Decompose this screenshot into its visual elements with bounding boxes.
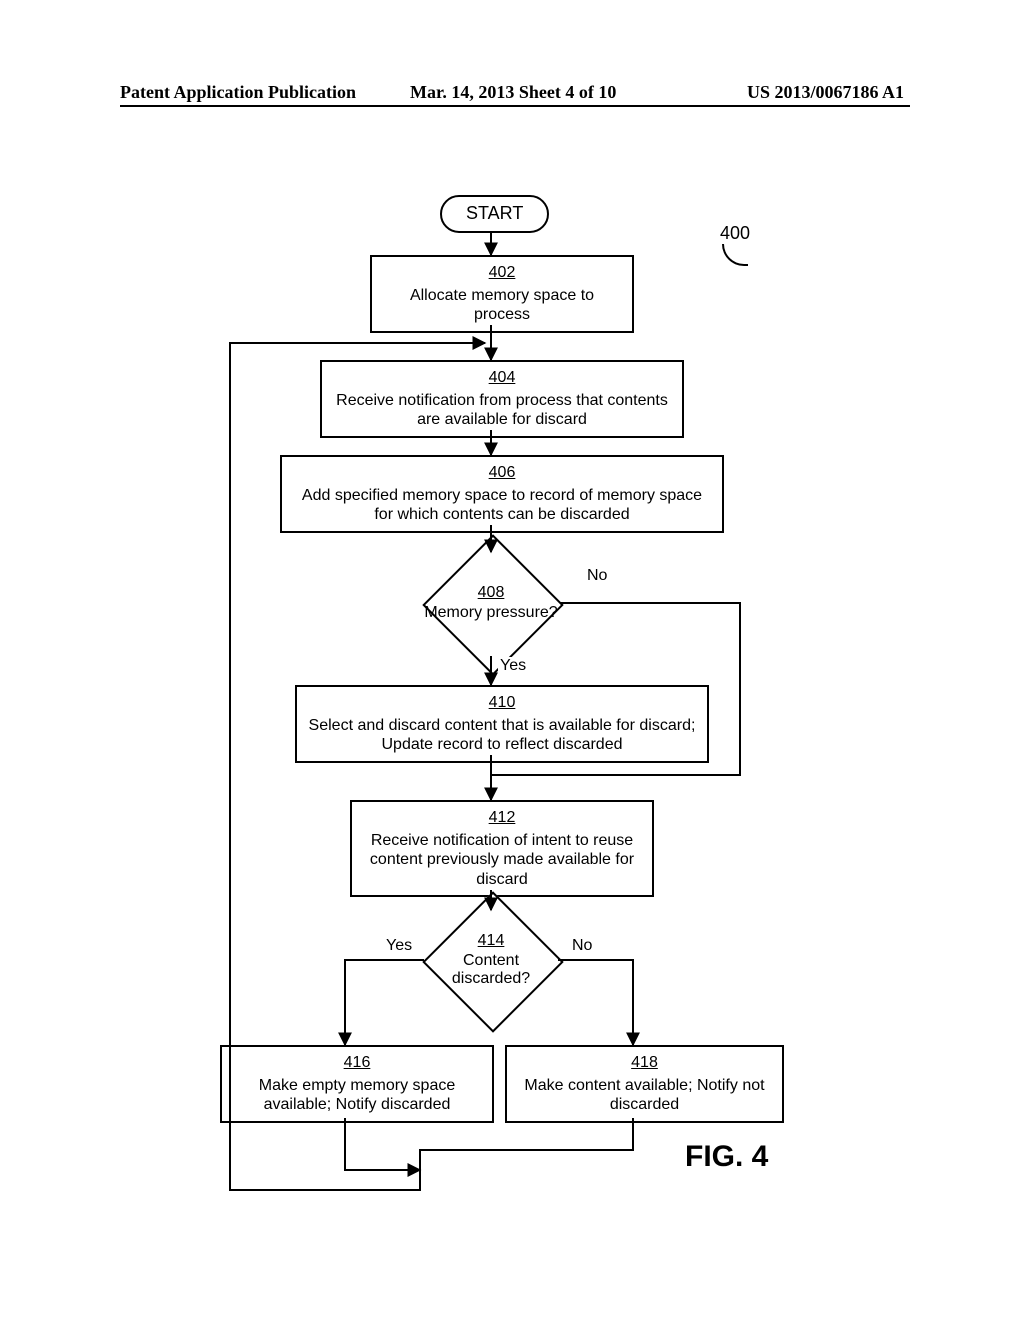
flow-step-402-ref: 402 [382,263,622,282]
flow-step-404-text: Receive notification from process that c… [336,392,668,428]
flow-step-418-ref: 418 [517,1053,772,1072]
flow-step-410-text: Select and discard content that is avail… [309,717,696,753]
flow-step-416: 416 Make empty memory space available; N… [220,1045,494,1123]
flow-step-418-text: Make content available; Notify not disca… [524,1077,764,1113]
flow-step-410-ref: 410 [307,693,697,712]
flow-decision-414-text: Content discarded? [424,952,558,988]
flow-step-404-ref: 404 [332,368,672,387]
flow-step-406-ref: 406 [292,463,712,482]
flow-step-416-text: Make empty memory space available; Notif… [259,1077,456,1113]
flow-step-406: 406 Add specified memory space to record… [280,455,724,533]
flow-start-label: START [466,203,523,223]
edge-414-yes: Yes [384,937,414,955]
flow-step-406-text: Add specified memory space to record of … [302,487,702,523]
flow-step-416-ref: 416 [232,1053,482,1072]
flow-start: START [440,195,549,233]
flow-step-418: 418 Make content available; Notify not d… [505,1045,784,1123]
header-left: Patent Application Publication [120,82,356,103]
flow-step-402-text: Allocate memory space to process [410,287,594,323]
flow-step-410: 410 Select and discard content that is a… [295,685,709,763]
header-rule [120,105,910,107]
header-right: US 2013/0067186 A1 [747,82,904,103]
ref-curve-icon [722,244,748,266]
flow-step-402: 402 Allocate memory space to process [370,255,634,333]
figure-label: FIG. 4 [685,1140,768,1174]
flow-decision-408-ref: 408 [478,584,505,602]
flow-step-412-ref: 412 [362,808,642,827]
flow-decision-408-text: Memory pressure? [424,604,557,622]
flow-step-412: 412 Receive notification of intent to re… [350,800,654,897]
flow-step-404: 404 Receive notification from process th… [320,360,684,438]
header-mid: Mar. 14, 2013 Sheet 4 of 10 [410,82,616,103]
figure-overall-ref: 400 [720,223,750,244]
edge-408-yes: Yes [498,657,528,675]
flow-step-412-text: Receive notification of intent to reuse … [370,832,634,887]
edge-414-no: No [570,937,594,955]
flow-decision-408: 408 Memory pressure? [443,555,539,651]
patent-figure-page: Patent Application Publication Mar. 14, … [0,0,1024,1320]
edge-408-no: No [585,567,609,585]
flow-decision-414-ref: 414 [478,932,505,950]
flow-decision-414: 414 Content discarded? [443,912,539,1008]
